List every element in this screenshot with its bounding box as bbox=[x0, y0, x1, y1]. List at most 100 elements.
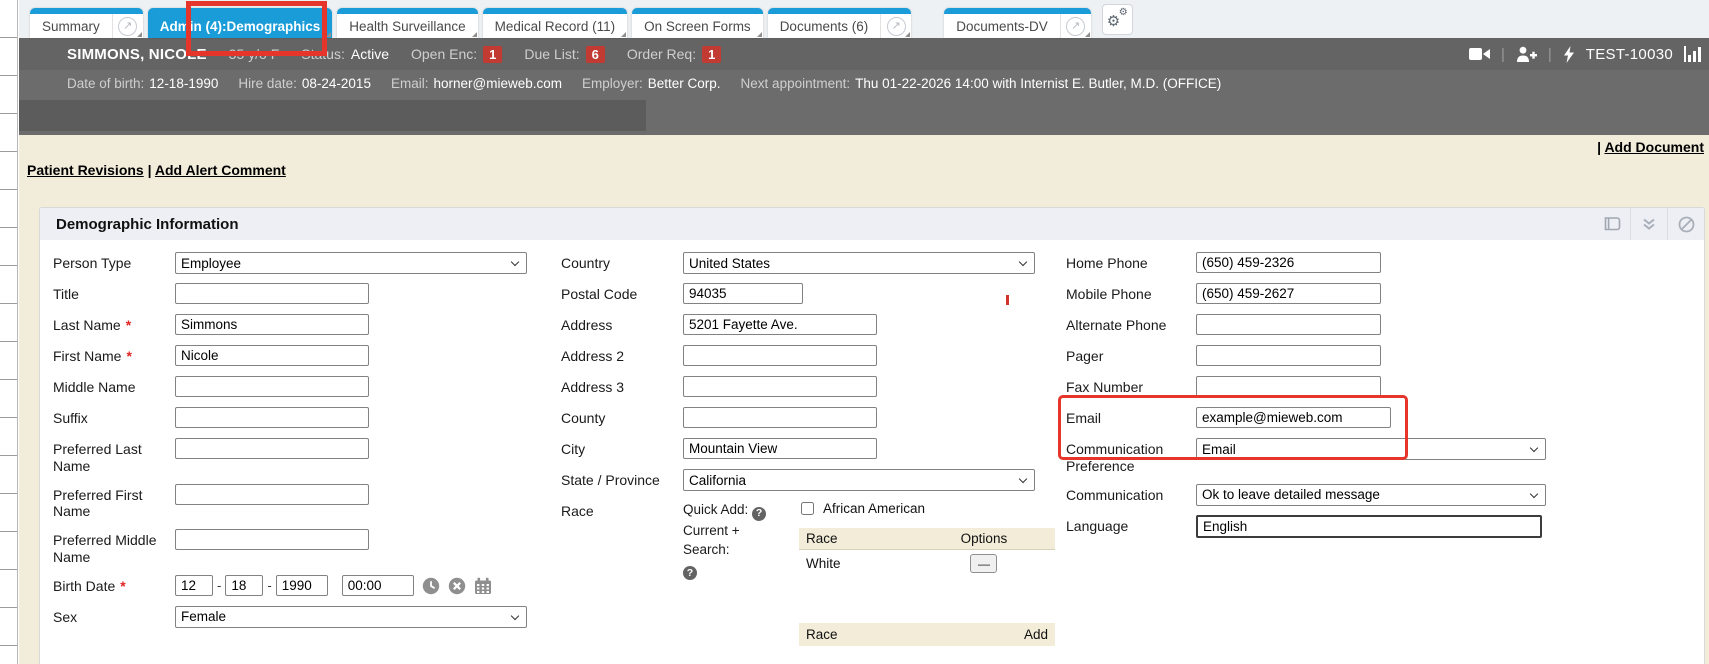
tab-summary[interactable]: Summary ↗ bbox=[30, 8, 143, 38]
chevron-down-icon bbox=[1530, 444, 1538, 452]
tab-label: Documents-DV bbox=[944, 14, 1060, 38]
preferred-first-name-input[interactable] bbox=[175, 484, 369, 505]
pager-input[interactable] bbox=[1196, 345, 1381, 366]
alternate-phone-input[interactable] bbox=[1196, 314, 1381, 335]
state-select[interactable]: California bbox=[683, 469, 1035, 491]
open-enc-badge[interactable]: 1 bbox=[483, 46, 502, 63]
preferred-last-name-input[interactable] bbox=[175, 438, 369, 459]
field-label: Communication Preference bbox=[1066, 438, 1196, 475]
patient-header-bar: SIMMONS, NICOLE 35 y/o F Status: Active … bbox=[19, 38, 1709, 70]
address-3-input[interactable] bbox=[683, 376, 877, 397]
race-table-header: Race Options bbox=[799, 528, 1055, 550]
tab-documents[interactable]: Documents (6) ↗ bbox=[768, 8, 912, 38]
field-city: City bbox=[561, 438, 1066, 460]
tab-health-surveillance[interactable]: Health Surveillance bbox=[337, 8, 477, 38]
email-input[interactable] bbox=[1196, 407, 1391, 428]
video-call-icon[interactable] bbox=[1469, 47, 1490, 61]
field-race: Race Quick Add: ? Current + Search: ? bbox=[561, 500, 1066, 646]
help-icon[interactable]: ? bbox=[683, 566, 697, 580]
field-country: Country United States bbox=[561, 252, 1066, 274]
middle-name-input[interactable] bbox=[175, 376, 369, 397]
home-phone-input[interactable] bbox=[1196, 252, 1381, 273]
postal-code-input[interactable] bbox=[683, 283, 803, 304]
chevron-down-icon bbox=[511, 258, 519, 266]
field-label: Preferred First Name bbox=[53, 484, 175, 521]
birth-day-input[interactable] bbox=[225, 575, 263, 596]
tab-settings-button[interactable]: ⚙⚙ bbox=[1102, 4, 1133, 35]
help-icon[interactable]: ? bbox=[752, 507, 766, 521]
date-separator: - bbox=[217, 578, 221, 593]
address-input[interactable] bbox=[683, 314, 877, 335]
communication-select[interactable]: Ok to leave detailed message bbox=[1196, 484, 1546, 506]
print-summary-button[interactable] bbox=[1593, 208, 1630, 240]
patient-revisions-link[interactable]: Patient Revisions bbox=[27, 162, 144, 178]
chevron-down-icon bbox=[1019, 475, 1027, 483]
order-req-badge[interactable]: 1 bbox=[702, 46, 721, 63]
field-first-name: First Name* bbox=[53, 345, 558, 367]
chart-icon[interactable] bbox=[1684, 46, 1701, 62]
add-person-icon[interactable] bbox=[1516, 46, 1537, 62]
city-input[interactable] bbox=[683, 438, 877, 459]
employer-label: Employer: bbox=[582, 76, 643, 91]
tab-admin-demographics[interactable]: Admin (4):Demographics bbox=[148, 8, 333, 38]
field-pager: Pager bbox=[1066, 345, 1596, 367]
clock-icon[interactable] bbox=[422, 577, 440, 595]
county-input[interactable] bbox=[683, 407, 877, 428]
race-quick-add: Quick Add: ? Current + Search: ? bbox=[683, 500, 787, 646]
open-new-window-button[interactable]: ↗ bbox=[1060, 14, 1091, 38]
due-list-badge[interactable]: 6 bbox=[586, 46, 605, 63]
communication-preference-select[interactable]: Email bbox=[1196, 438, 1546, 460]
tab-on-screen-forms[interactable]: On Screen Forms bbox=[632, 8, 763, 38]
tab-bar: Summary ↗ Admin (4):Demographics Health … bbox=[19, 0, 1709, 38]
required-asterisk: * bbox=[120, 578, 125, 594]
field-label: Address 3 bbox=[561, 376, 683, 398]
tab-medical-record[interactable]: Medical Record (11) bbox=[483, 8, 628, 38]
country-select[interactable]: United States bbox=[683, 252, 1035, 274]
last-name-input[interactable] bbox=[175, 314, 369, 335]
first-name-input[interactable] bbox=[175, 345, 369, 366]
fax-number-input[interactable] bbox=[1196, 376, 1381, 397]
add-document-link[interactable]: Add Document bbox=[1604, 139, 1704, 155]
panel-header: Demographic Information bbox=[40, 208, 1704, 240]
open-new-window-button[interactable]: ↗ bbox=[880, 14, 911, 38]
language-input[interactable] bbox=[1196, 515, 1542, 538]
sex-select[interactable]: Female bbox=[175, 606, 527, 628]
tab-documents-dv[interactable]: Documents-DV ↗ bbox=[944, 8, 1091, 38]
collapse-section-button[interactable] bbox=[1630, 208, 1667, 240]
person-type-select[interactable]: Employee bbox=[175, 252, 527, 274]
disable-section-button[interactable] bbox=[1667, 208, 1704, 240]
field-fax-number: Fax Number bbox=[1066, 376, 1596, 398]
hire-date-value: 08-24-2015 bbox=[302, 76, 371, 91]
demographic-panel: Demographic Information bbox=[39, 207, 1705, 664]
add-alert-comment-link[interactable]: Add Alert Comment bbox=[155, 162, 286, 178]
mobile-phone-input[interactable] bbox=[1196, 283, 1381, 304]
field-suffix: Suffix bbox=[53, 407, 558, 429]
calendar-icon[interactable] bbox=[474, 577, 492, 595]
open-new-window-button[interactable]: ↗ bbox=[112, 14, 143, 38]
patient-info-bar: Date of birth:12-18-1990 Hire date:08-24… bbox=[19, 70, 1709, 96]
divider: | bbox=[1548, 46, 1552, 63]
lightning-icon[interactable] bbox=[1563, 46, 1575, 63]
title-input[interactable] bbox=[175, 283, 369, 304]
birth-month-input[interactable] bbox=[175, 575, 213, 596]
birth-time-input[interactable] bbox=[342, 575, 414, 596]
remove-race-button[interactable]: — bbox=[970, 554, 997, 573]
hire-date-label: Hire date: bbox=[238, 76, 297, 91]
chevron-down-icon bbox=[1530, 489, 1538, 497]
next-appointment-value: Thu 01-22-2026 14:00 with Internist E. B… bbox=[855, 76, 1221, 91]
african-american-checkbox[interactable] bbox=[801, 502, 814, 515]
divider: | bbox=[148, 162, 152, 178]
address-2-input[interactable] bbox=[683, 345, 877, 366]
select-value: Email bbox=[1202, 442, 1236, 457]
suffix-input[interactable] bbox=[175, 407, 369, 428]
field-label: Address 2 bbox=[561, 345, 683, 367]
field-sex: Sex Female bbox=[53, 606, 558, 628]
preferred-middle-name-input[interactable] bbox=[175, 529, 369, 550]
tab-label: Documents (6) bbox=[768, 14, 881, 38]
annotation-tick-mark bbox=[1006, 295, 1009, 305]
gears-icon: ⚙⚙ bbox=[1108, 11, 1127, 29]
add-document-row: | Add Document bbox=[1597, 139, 1704, 155]
clear-date-icon[interactable] bbox=[448, 577, 466, 595]
order-req-label: Order Req: bbox=[627, 46, 696, 62]
birth-year-input[interactable] bbox=[276, 575, 328, 596]
